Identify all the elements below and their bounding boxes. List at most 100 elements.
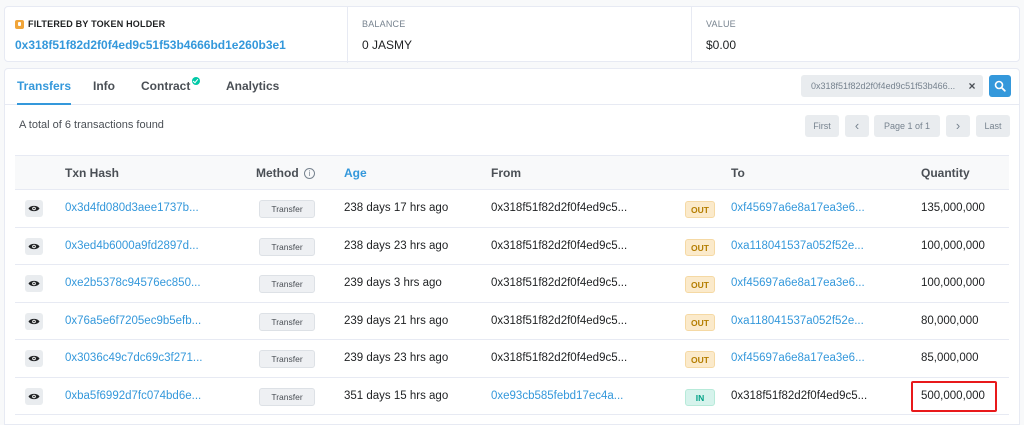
view-details-button[interactable] <box>25 387 43 405</box>
tab-transfers-label: Transfers <box>17 79 72 93</box>
method-badge: Transfer <box>259 275 315 293</box>
eye-icon <box>28 280 40 287</box>
method-badge: Transfer <box>259 387 315 406</box>
tab-contract-label: Contract <box>141 79 191 93</box>
tab-analytics[interactable]: Analytics <box>226 69 279 105</box>
direction-badge: OUT <box>685 276 715 293</box>
age-cell: 239 days 3 hrs ago <box>344 277 442 289</box>
txn-hash-link[interactable]: 0xe2b5378c94576ec850... <box>65 265 201 302</box>
table-row: 0x3036c49c7dc69c3f271... Transfer 239 da… <box>15 340 1009 378</box>
table-header: Txn Hash Method i Age From To Quantity <box>15 156 1009 190</box>
view-details-button[interactable] <box>25 312 43 330</box>
header-quantity: Quantity <box>921 166 970 180</box>
token-holder-icon <box>15 19 24 29</box>
view-details-button[interactable] <box>25 350 43 367</box>
eye-icon <box>28 393 40 399</box>
quantity-cell: 100,000,000 <box>921 239 985 252</box>
transfers-table: Txn Hash Method i Age From To Quantity 0… <box>15 155 1009 415</box>
header-from: From <box>491 166 521 180</box>
header-age[interactable]: Age <box>344 156 367 190</box>
balance-heading: BALANCE <box>362 19 406 29</box>
method-badge: Transfer <box>259 350 315 368</box>
view-details-button[interactable] <box>25 200 43 217</box>
direction-badge: OUT <box>685 238 715 256</box>
value-column: VALUE $0.00 <box>691 7 1011 63</box>
tab-info-label: Info <box>93 79 115 93</box>
header-txn-hash: Txn Hash <box>65 166 120 180</box>
method-badge: Transfer <box>259 200 315 218</box>
method-badge: Transfer <box>259 237 315 256</box>
address-search-input[interactable] <box>801 75 961 97</box>
header-method-label: Method <box>256 166 299 180</box>
direction-badge: IN <box>685 388 715 406</box>
quantity-cell: 135,000,000 <box>921 202 985 214</box>
pager-next-button[interactable]: › <box>946 115 970 137</box>
balance-value: 0 JASMY <box>362 38 413 52</box>
age-cell: 351 days 15 hrs ago <box>344 389 449 402</box>
pager-last-button[interactable]: Last <box>976 115 1010 137</box>
value-heading: VALUE <box>706 19 736 29</box>
age-cell: 238 days 17 hrs ago <box>344 202 449 214</box>
pager-first-button[interactable]: First <box>805 115 839 137</box>
balance-column: BALANCE 0 JASMY <box>347 7 677 63</box>
txn-hash-link[interactable]: 0x3d4fd080d3aee1737b... <box>65 190 199 227</box>
eye-icon <box>28 318 40 324</box>
view-details-button[interactable] <box>25 275 43 292</box>
table-body: 0x3d4fd080d3aee1737b... Transfer 238 day… <box>15 190 1009 415</box>
eye-icon <box>28 355 40 362</box>
pager-page-indicator: Page 1 of 1 <box>874 115 940 137</box>
quantity-cell: 80,000,000 <box>921 314 979 327</box>
to-cell[interactable]: 0xf45697a6e8a17ea3e6... <box>731 265 865 302</box>
search-icon <box>994 80 1006 92</box>
to-cell[interactable]: 0xa118041537a052f52e... <box>731 228 864 265</box>
header-method: Method i <box>256 156 315 190</box>
to-cell[interactable]: 0xa118041537a052f52e... <box>731 303 864 340</box>
value-value: $0.00 <box>706 38 737 52</box>
table-row: 0x3ed4b6000a9fd2897d... Transfer 238 day… <box>15 228 1009 265</box>
txn-hash-link[interactable]: 0x3ed4b6000a9fd2897d... <box>65 228 199 265</box>
direction-badge: OUT <box>685 351 715 368</box>
to-cell[interactable]: 0xf45697a6e8a17ea3e6... <box>731 190 865 227</box>
holder-column: FILTERED BY TOKEN HOLDER 0x318f51f82d2f0… <box>15 7 335 63</box>
quantity-cell: 85,000,000 <box>921 352 979 364</box>
transfers-card: Transfers Info Contract Analytics × A to… <box>4 68 1020 425</box>
tab-info[interactable]: Info <box>93 69 115 105</box>
txn-hash-link[interactable]: 0x76a5e6f7205ec9b5efb... <box>65 303 201 340</box>
holder-address-link[interactable]: 0x318f51f82d2f0f4ed9c51f53b4666bd1e260b3… <box>15 38 286 52</box>
from-cell: 0x318f51f82d2f0f4ed9c5... <box>491 202 628 214</box>
age-cell: 239 days 21 hrs ago <box>344 314 449 327</box>
tab-bar: Transfers Info Contract Analytics × <box>5 69 1019 105</box>
age-cell: 239 days 23 hrs ago <box>344 352 449 364</box>
tab-contract[interactable]: Contract <box>141 69 201 105</box>
search-button[interactable] <box>989 75 1011 97</box>
txn-hash-link[interactable]: 0x3036c49c7dc69c3f271... <box>65 340 202 377</box>
to-cell[interactable]: 0xf45697a6e8a17ea3e6... <box>731 340 865 377</box>
clear-search-button[interactable]: × <box>961 75 983 97</box>
method-badge: Transfer <box>259 312 315 331</box>
holder-heading-text: FILTERED BY TOKEN HOLDER <box>28 19 166 29</box>
txn-hash-link[interactable]: 0xba5f6992d7fc074bd6e... <box>65 378 201 415</box>
header-to: To <box>731 166 745 180</box>
from-cell: 0x318f51f82d2f0f4ed9c5... <box>491 239 628 252</box>
holder-heading: FILTERED BY TOKEN HOLDER <box>15 19 165 29</box>
table-row: 0x76a5e6f7205ec9b5efb... Transfer 239 da… <box>15 303 1009 340</box>
eye-icon <box>28 243 40 249</box>
tab-analytics-label: Analytics <box>226 79 280 93</box>
table-row: 0xe2b5378c94576ec850... Transfer 239 day… <box>15 265 1009 303</box>
quantity-cell: 100,000,000 <box>921 277 985 289</box>
direction-badge: OUT <box>685 201 715 218</box>
view-details-button[interactable] <box>25 237 43 255</box>
eye-icon <box>28 205 40 212</box>
from-cell: 0x318f51f82d2f0f4ed9c5... <box>491 277 628 289</box>
pager-prev-button[interactable]: ‹ <box>845 115 869 137</box>
info-icon[interactable]: i <box>304 168 315 179</box>
from-cell: 0x318f51f82d2f0f4ed9c5... <box>491 352 628 364</box>
token-holder-filter-card: FILTERED BY TOKEN HOLDER 0x318f51f82d2f0… <box>4 6 1020 63</box>
from-cell: 0x318f51f82d2f0f4ed9c5... <box>491 314 628 327</box>
direction-badge: OUT <box>685 313 715 331</box>
tab-transfers[interactable]: Transfers <box>17 69 72 105</box>
from-cell[interactable]: 0xe93cb585febd17ec4a... <box>491 378 623 415</box>
transaction-count-text: A total of 6 transactions found <box>19 119 164 131</box>
age-cell: 238 days 23 hrs ago <box>344 239 449 252</box>
to-cell: 0x318f51f82d2f0f4ed9c5... <box>731 389 868 402</box>
